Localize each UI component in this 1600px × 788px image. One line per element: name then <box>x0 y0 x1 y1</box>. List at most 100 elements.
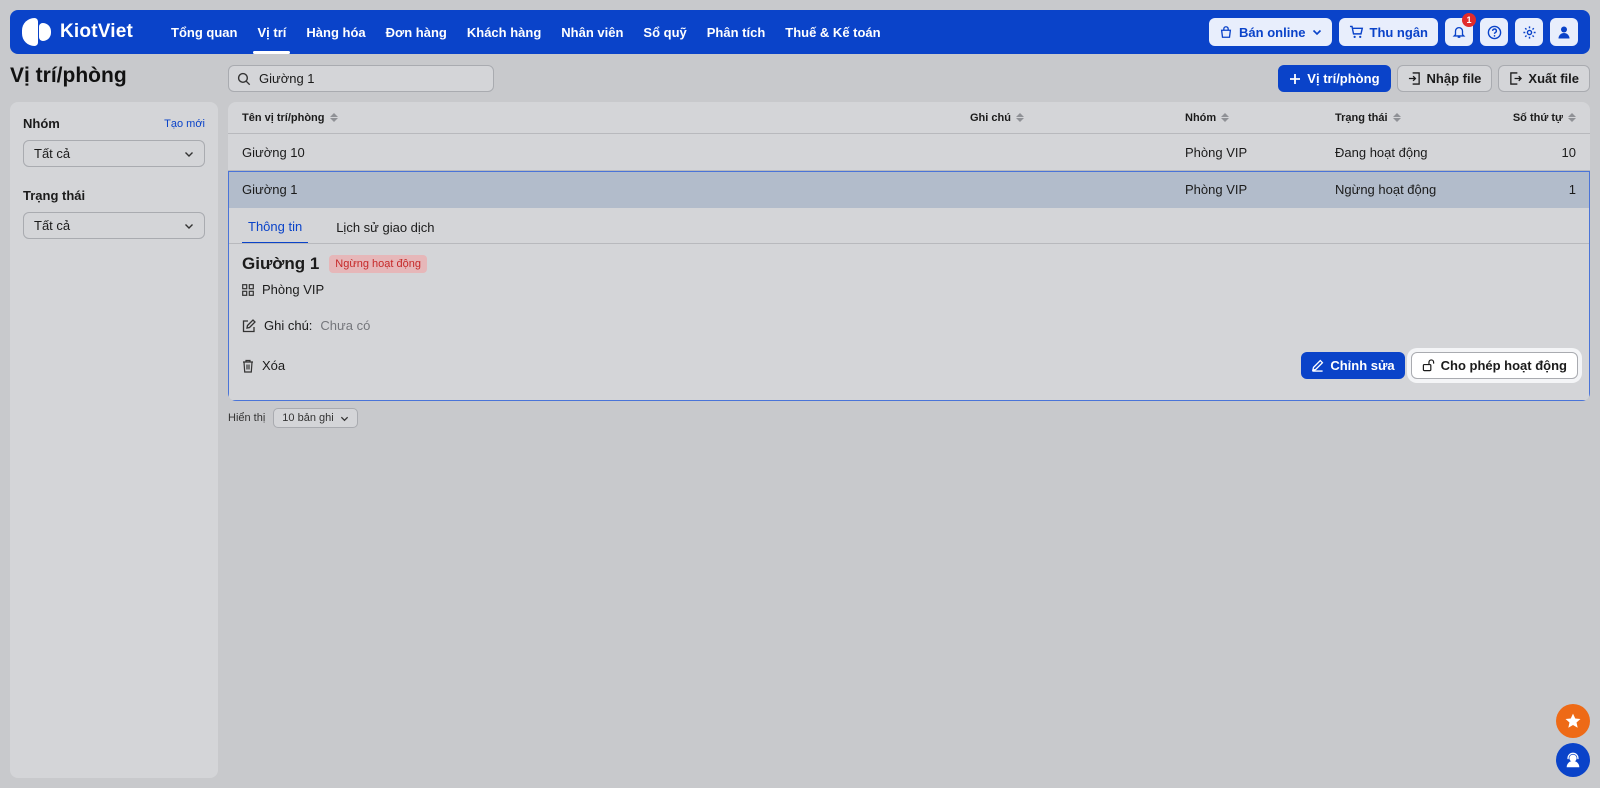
nav-item-overview[interactable]: Tổng quan <box>161 10 247 54</box>
column-header-group[interactable]: Nhóm <box>1185 111 1230 124</box>
page-title: Vị trí/phòng <box>10 64 127 87</box>
notification-badge: 1 <box>1462 13 1476 27</box>
bell-icon <box>1452 26 1466 38</box>
status-filter-title: Trạng thái <box>23 188 86 203</box>
column-header-order[interactable]: Số thứ tự <box>1513 112 1576 124</box>
sell-online-button[interactable]: Bán online <box>1209 18 1332 46</box>
gear-icon <box>1522 25 1536 39</box>
status-badge: Ngừng hoạt động <box>329 255 427 273</box>
cell-group: Phòng VIP <box>1185 182 1248 197</box>
trash-icon <box>243 359 253 373</box>
nav-item-orders[interactable]: Đơn hàng <box>376 10 457 54</box>
nav-item-location[interactable]: Vị trí <box>247 10 296 54</box>
edit-button[interactable]: Chỉnh sửa <box>1301 352 1405 379</box>
nav-item-products[interactable]: Hàng hóa <box>296 10 375 54</box>
nav-item-analytics[interactable]: Phân tích <box>697 10 776 54</box>
column-header-status-label: Trạng thái <box>1335 111 1388 124</box>
activate-button[interactable]: Cho phép hoạt động <box>1410 352 1578 379</box>
page-actions: Vị trí/phòng Nhập file Xuất file <box>1278 65 1590 92</box>
status-filter-value: Tất cả <box>34 218 71 233</box>
chevron-down-icon <box>185 223 193 229</box>
cell-order: 1 <box>1568 182 1576 197</box>
cashier-button[interactable]: Thu ngân <box>1338 18 1438 46</box>
nav-item-staff[interactable]: Nhân viên <box>551 10 633 54</box>
export-icon <box>1510 72 1523 85</box>
group-filter-title: Nhóm <box>23 116 60 131</box>
tab-divider <box>228 243 1590 244</box>
cell-name: Giường 1 <box>242 182 298 197</box>
support-agent-icon <box>1566 752 1580 768</box>
plus-icon <box>1290 73 1301 84</box>
add-location-label: Vị trí/phòng <box>1307 71 1380 86</box>
brand-logo[interactable]: KiotViet <box>22 18 133 46</box>
table-header: Tên vị trí/phòng Ghi chú Nhóm Trạng thái… <box>228 102 1590 134</box>
import-file-button[interactable]: Nhập file <box>1396 65 1493 92</box>
table-row-selected[interactable]: Giường 1 Phòng VIP Ngừng hoạt động 1 <box>228 171 1590 208</box>
sell-online-label: Bán online <box>1239 24 1306 40</box>
table-row[interactable]: Giường 10 Phòng VIP Đang hoạt động 10 <box>228 134 1590 171</box>
unlock-icon <box>1422 359 1434 372</box>
chevron-down-icon <box>185 151 193 157</box>
column-header-status[interactable]: Trạng thái <box>1335 112 1401 124</box>
sort-icon <box>1392 113 1401 122</box>
help-button[interactable] <box>1480 18 1508 46</box>
sort-icon <box>1568 113 1576 122</box>
import-file-label: Nhập file <box>1426 71 1482 86</box>
sort-icon <box>1221 113 1230 122</box>
group-filter-value: Tất cả <box>34 146 71 161</box>
help-icon <box>1487 25 1501 39</box>
group-filter-select[interactable]: Tất cả <box>23 140 205 167</box>
chevron-down-icon <box>1312 29 1321 36</box>
detail-note: Ghi chú: Chưa có <box>242 318 370 333</box>
detail-tabs: Thông tin Lịch sử giao dịch <box>242 210 441 244</box>
export-file-button[interactable]: Xuất file <box>1498 65 1590 92</box>
cell-status: Ngừng hoạt động <box>1335 182 1437 197</box>
column-header-note[interactable]: Ghi chú <box>970 112 1024 124</box>
status-filter-select[interactable]: Tất cả <box>23 212 205 239</box>
delete-label: Xóa <box>262 358 286 373</box>
detail-actions: Chỉnh sửa Cho phép hoạt động <box>1301 352 1578 379</box>
add-location-button[interactable]: Vị trí/phòng <box>1278 65 1391 92</box>
create-group-link[interactable]: Tạo mới <box>164 118 205 130</box>
cell-name: Giường 10 <box>242 144 305 160</box>
account-button[interactable] <box>1550 18 1578 46</box>
tab-info[interactable]: Thông tin <box>242 210 309 244</box>
column-header-name[interactable]: Tên vị trí/phòng <box>242 112 338 124</box>
top-navigation-bar: KiotViet Tổng quan Vị trí Hàng hóa Đơn h… <box>10 10 1590 54</box>
star-icon <box>1565 713 1581 728</box>
settings-button[interactable] <box>1515 18 1543 46</box>
status-filter-header: Trạng thái <box>23 188 205 203</box>
column-header-name-label: Tên vị trí/phòng <box>242 111 325 124</box>
column-header-group-label: Nhóm <box>1185 111 1217 124</box>
cashier-label: Thu ngân <box>1369 24 1429 40</box>
support-fab[interactable] <box>1556 743 1590 777</box>
tab-transaction-history[interactable]: Lịch sử giao dịch <box>330 210 440 244</box>
notification-button[interactable]: 1 <box>1445 13 1476 46</box>
column-header-order-label: Số thứ tự <box>1512 111 1563 124</box>
favorite-fab[interactable] <box>1556 704 1590 738</box>
page-size-value: 10 bản ghi <box>282 412 334 424</box>
delete-button[interactable]: Xóa <box>242 358 285 373</box>
nav-item-customers[interactable]: Khách hàng <box>457 10 551 54</box>
note-value: Chưa có <box>320 318 371 333</box>
export-file-label: Xuất file <box>1528 71 1579 86</box>
cell-status: Đang hoạt động <box>1335 144 1428 160</box>
nav-item-tax-accounting[interactable]: Thuế & Kế toán <box>775 10 890 54</box>
detail-group-value: Phòng VIP <box>262 282 325 297</box>
cell-order: 10 <box>1561 144 1576 160</box>
search-input[interactable]: Giường 1 <box>259 71 315 86</box>
page-size-label: Hiển thị <box>228 412 266 424</box>
brand-name: KiotViet <box>60 21 134 42</box>
group-filter-header: Nhóm Tạo mới <box>23 116 205 131</box>
edit-label: Chỉnh sửa <box>1330 358 1395 373</box>
sort-icon <box>329 113 338 122</box>
chevron-down-icon <box>340 416 348 421</box>
detail-name: Giường 1 <box>242 254 320 273</box>
user-avatar-icon <box>1558 26 1570 39</box>
pagination: Hiển thị 10 bản ghi <box>228 408 358 428</box>
search-box[interactable]: Giường 1 <box>228 65 494 92</box>
page-size-select[interactable]: 10 bản ghi <box>273 408 358 428</box>
nav-item-cashbook[interactable]: Sổ quỹ <box>633 10 696 54</box>
kiotviet-logo-icon <box>22 18 52 46</box>
cell-group: Phòng VIP <box>1185 144 1248 160</box>
